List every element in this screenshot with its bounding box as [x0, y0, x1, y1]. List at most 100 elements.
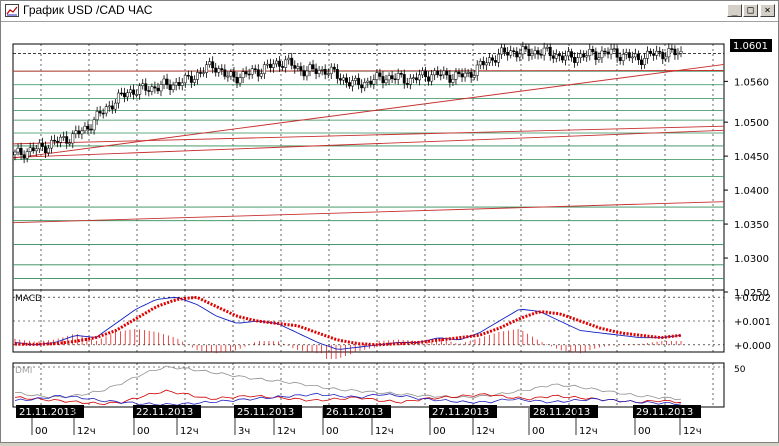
candle-body — [302, 70, 306, 77]
candle-body — [585, 55, 589, 58]
candle-body — [80, 130, 84, 135]
candle-body — [354, 77, 358, 81]
usdcad-chart[interactable]: 1.0601 1.0560 1.0500 1.0450 1.0400 1.0350 1.0… — [1, 22, 778, 442]
candle-body — [65, 136, 69, 144]
candle-body — [110, 105, 114, 110]
candle-body — [494, 60, 497, 63]
candle-body — [332, 66, 336, 70]
candle-body — [405, 83, 409, 85]
candle-body — [208, 61, 212, 66]
candle-body — [530, 53, 534, 57]
candle-body — [408, 77, 412, 85]
candle-body — [515, 51, 519, 58]
candle-body — [275, 60, 278, 65]
hour-label: 12ч — [180, 426, 199, 437]
candle-body — [560, 55, 564, 61]
candle-body — [71, 133, 75, 144]
candle-body — [159, 84, 163, 92]
candle-body — [524, 46, 528, 50]
candle-body — [147, 90, 151, 92]
candle-body — [217, 68, 221, 73]
candle-body — [387, 75, 391, 81]
candle-body — [649, 50, 653, 54]
candle-body — [214, 67, 218, 73]
candle-body — [101, 112, 105, 115]
candle-body — [40, 142, 44, 147]
maximize-button[interactable]: □ — [743, 4, 758, 17]
candle-body — [591, 49, 595, 52]
minimize-button[interactable]: _ — [727, 4, 742, 17]
close-button[interactable]: × — [760, 4, 775, 17]
candle-body — [676, 53, 680, 56]
candle-body — [384, 79, 388, 84]
candle-body — [606, 51, 610, 55]
date-label: 25.11.2013 — [237, 407, 294, 418]
candle-body — [366, 80, 370, 83]
candle-body — [132, 89, 136, 95]
candle-body — [411, 77, 415, 79]
candle-body — [424, 70, 427, 78]
candle-body — [92, 119, 96, 131]
candle-body — [399, 73, 403, 75]
candle-body — [126, 92, 129, 98]
candle-body — [19, 147, 23, 155]
candle-body — [43, 146, 47, 154]
candle-body — [375, 72, 379, 80]
candle-body — [113, 102, 117, 110]
title-bar[interactable]: График USD /CAD ЧАС _ □ × — [1, 1, 778, 22]
candle-body — [144, 83, 148, 91]
candle-body — [47, 147, 50, 154]
candle-body — [551, 55, 555, 59]
candle-body — [512, 50, 516, 52]
candle-body — [25, 151, 29, 159]
candle-body — [104, 106, 108, 114]
candle-body — [554, 54, 558, 59]
candle-body — [229, 71, 233, 77]
candle-body — [116, 92, 120, 104]
candle-body — [269, 63, 272, 68]
price-axis-label: 1.0400 — [734, 186, 769, 197]
candle-body — [396, 73, 400, 80]
hour-label: 00 — [532, 426, 545, 437]
candle-body — [232, 71, 236, 78]
candle-body — [545, 46, 549, 49]
date-label: 22.11.2013 — [136, 407, 193, 418]
candle-body — [600, 50, 604, 59]
candle-body — [326, 73, 330, 75]
candle-body — [235, 76, 239, 84]
candle-body — [13, 151, 17, 156]
candle-body — [357, 77, 361, 85]
candle-body — [381, 76, 385, 84]
candle-body — [62, 136, 66, 138]
date-label: 28.11.2013 — [533, 407, 590, 418]
candle-body — [150, 86, 154, 92]
candle-body — [341, 77, 345, 81]
candle-body — [77, 130, 81, 135]
candle-body — [652, 53, 656, 56]
candle-body — [576, 57, 580, 63]
candle-body — [521, 46, 525, 55]
candle-body — [460, 73, 464, 78]
candle-body — [238, 77, 242, 84]
hour-label: 12ч — [77, 426, 96, 437]
candle-body — [372, 79, 376, 85]
candle-body — [491, 57, 494, 61]
candle-body — [506, 52, 510, 56]
macd-axis-label: +0.001 — [734, 317, 771, 328]
candle-body — [247, 73, 251, 76]
chart-area[interactable]: 1.0601 1.0560 1.0500 1.0450 1.0400 1.0350 1.0… — [1, 22, 778, 442]
candle-body — [317, 70, 321, 74]
candle-body — [135, 94, 139, 96]
candle-body — [205, 64, 209, 73]
price-axis-label: 1.0560 — [734, 77, 769, 88]
candle-body — [74, 130, 78, 135]
candle-body — [226, 75, 230, 78]
candle-body — [199, 72, 202, 74]
candle-body — [86, 125, 90, 130]
candle-body — [539, 54, 543, 56]
candle-body — [250, 68, 254, 75]
candle-body — [487, 57, 491, 64]
candle-body — [603, 50, 607, 53]
candle-body — [311, 64, 315, 70]
candle-body — [679, 51, 683, 54]
